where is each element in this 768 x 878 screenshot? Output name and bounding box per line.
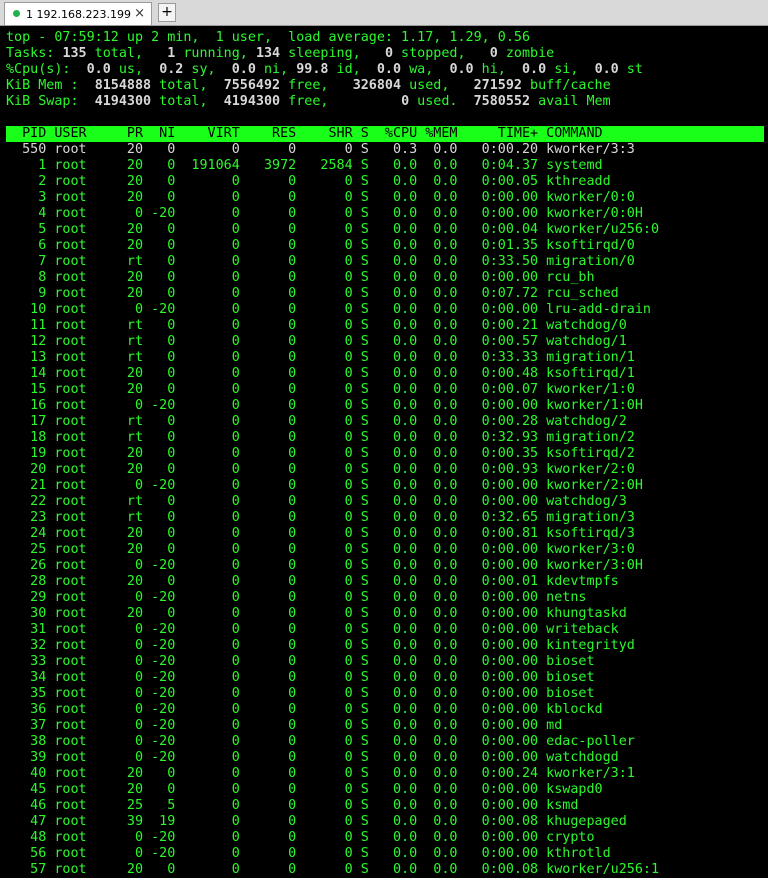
- process-row: 23 root rt 0 0 0 0 S 0.0 0.0 0:32.65 mig…: [6, 510, 635, 525]
- connected-status-icon: [13, 10, 20, 17]
- process-row: 9 root 20 0 0 0 0 S 0.0 0.0 0:07.72 rcu_…: [6, 286, 619, 301]
- tasks-line: Tasks: 135 total, 1 running, 134 sleepin…: [6, 46, 555, 61]
- cpu-hi: 0.0: [449, 62, 474, 77]
- new-tab-button[interactable]: +: [158, 3, 176, 22]
- process-row: 26 root 0 -20 0 0 0 S 0.0 0.0 0:00.00 kw…: [6, 558, 643, 573]
- terminal-output[interactable]: top - 07:59:12 up 2 min, 1 user, load av…: [6, 30, 766, 878]
- swap-free: 4194300: [223, 94, 281, 109]
- process-row: 22 root rt 0 0 0 0 S 0.0 0.0 0:00.00 wat…: [6, 494, 627, 509]
- process-row: 25 root 20 0 0 0 0 S 0.0 0.0 0:00.00 kwo…: [6, 542, 635, 557]
- cpu-ni: 0.0: [231, 62, 256, 77]
- process-row: 56 root 0 -20 0 0 0 S 0.0 0.0 0:00.00 kt…: [6, 846, 611, 861]
- process-row: 37 root 0 -20 0 0 0 S 0.0 0.0 0:00.00 md: [6, 718, 563, 733]
- process-row: 550 root 20 0 0 0 0 S 0.3 0.0 0:00.20 kw…: [6, 142, 635, 157]
- process-row: 38 root 0 -20 0 0 0 S 0.0 0.0 0:00.00 ed…: [6, 734, 635, 749]
- close-tab-icon[interactable]: ×: [134, 6, 145, 21]
- process-row: 29 root 0 -20 0 0 0 S 0.0 0.0 0:00.00 ne…: [6, 590, 587, 605]
- tasks-stopped: 0: [384, 46, 393, 61]
- tasks-sleeping: 134: [255, 46, 281, 61]
- cpu-wa: 0.0: [376, 62, 402, 77]
- cpu-sy: 0.2: [159, 62, 184, 77]
- process-row: 14 root 20 0 0 0 0 S 0.0 0.0 0:00.48 kso…: [6, 366, 635, 381]
- mem-free: 7556492: [223, 78, 281, 93]
- process-row: 45 root 20 0 0 0 0 S 0.0 0.0 0:00.00 ksw…: [6, 782, 603, 797]
- process-row: 16 root 0 -20 0 0 0 S 0.0 0.0 0:00.00 kw…: [6, 398, 643, 413]
- session-tab[interactable]: 1 192.168.223.199 ×: [4, 2, 152, 25]
- process-row: 30 root 20 0 0 0 0 S 0.0 0.0 0:00.00 khu…: [6, 606, 627, 621]
- process-row: 33 root 0 -20 0 0 0 S 0.0 0.0 0:00.00 bi…: [6, 654, 595, 669]
- process-row: 39 root 0 -20 0 0 0 S 0.0 0.0 0:00.00 wa…: [6, 750, 619, 765]
- process-row: 36 root 0 -20 0 0 0 S 0.0 0.0 0:00.00 kb…: [6, 702, 603, 717]
- process-table: 550 root 20 0 0 0 0 S 0.3 0.0 0:00.20 kw…: [6, 142, 766, 878]
- process-row: 2 root 20 0 0 0 0 S 0.0 0.0 0:00.05 kthr…: [6, 174, 611, 189]
- process-row: 12 root rt 0 0 0 0 S 0.0 0.0 0:00.57 wat…: [6, 334, 627, 349]
- process-row: 28 root 20 0 0 0 0 S 0.0 0.0 0:00.01 kde…: [6, 574, 619, 589]
- process-table-header: PID USER PR NI VIRT RES SHR S %CPU %MEM …: [6, 126, 764, 142]
- tasks-running: 1: [167, 46, 176, 61]
- process-row: 10 root 0 -20 0 0 0 S 0.0 0.0 0:00.00 lr…: [6, 302, 651, 317]
- process-row: 13 root rt 0 0 0 0 S 0.0 0.0 0:33.33 mig…: [6, 350, 635, 365]
- mem-line: KiB Mem : 8154888 total, 7556492 free, 3…: [6, 78, 611, 93]
- tab-bar: 1 192.168.223.199 × +: [0, 0, 768, 26]
- process-row: 1 root 20 0 191064 3972 2584 S 0.0 0.0 0…: [6, 158, 603, 173]
- process-row: 48 root 0 -20 0 0 0 S 0.0 0.0 0:00.00 cr…: [6, 830, 595, 845]
- process-row: 34 root 0 -20 0 0 0 S 0.0 0.0 0:00.00 bi…: [6, 670, 595, 685]
- process-row: 17 root rt 0 0 0 0 S 0.0 0.0 0:00.28 wat…: [6, 414, 627, 429]
- swap-total: 4194300: [94, 94, 152, 109]
- cpu-line: %Cpu(s): 0.0 us, 0.2 sy, 0.0 ni, 99.8 id…: [6, 62, 643, 77]
- cpu-id: 99.8: [296, 62, 329, 77]
- process-row: 20 root 20 0 0 0 0 S 0.0 0.0 0:00.93 kwo…: [6, 462, 635, 477]
- process-row: 15 root 20 0 0 0 0 S 0.0 0.0 0:00.07 kwo…: [6, 382, 635, 397]
- cpu-st: 0.0: [594, 62, 619, 77]
- mem-buff-cache: 271592: [473, 78, 522, 93]
- swap-used: 0: [401, 94, 410, 109]
- process-row: 46 root 25 5 0 0 0 S 0.0 0.0 0:00.00 ksm…: [6, 798, 579, 813]
- process-row: 6 root 20 0 0 0 0 S 0.0 0.0 0:01.35 ksof…: [6, 238, 635, 253]
- cpu-us: 0.0: [86, 62, 111, 77]
- process-row: 4 root 0 -20 0 0 0 S 0.0 0.0 0:00.00 kwo…: [6, 206, 643, 221]
- session-tab-label: 1 192.168.223.199: [26, 8, 131, 21]
- process-row: 21 root 0 -20 0 0 0 S 0.0 0.0 0:00.00 kw…: [6, 478, 643, 493]
- process-row: 11 root rt 0 0 0 0 S 0.0 0.0 0:00.21 wat…: [6, 318, 627, 333]
- process-row: 35 root 0 -20 0 0 0 S 0.0 0.0 0:00.00 bi…: [6, 686, 595, 701]
- process-row: 19 root 20 0 0 0 0 S 0.0 0.0 0:00.35 kso…: [6, 446, 635, 461]
- tasks-total: 135: [62, 46, 87, 61]
- swap-line: KiB Swap: 4194300 total, 4194300 free, 0…: [6, 94, 611, 109]
- mem-used: 326804: [352, 78, 402, 93]
- process-row: 31 root 0 -20 0 0 0 S 0.0 0.0 0:00.00 wr…: [6, 622, 619, 637]
- process-row: 24 root 20 0 0 0 0 S 0.0 0.0 0:00.81 kso…: [6, 526, 635, 541]
- swap-avail-mem: 7580552: [473, 94, 531, 109]
- process-row: 7 root rt 0 0 0 0 S 0.0 0.0 0:33.50 migr…: [6, 254, 635, 269]
- process-row: 40 root 20 0 0 0 0 S 0.0 0.0 0:00.24 kwo…: [6, 766, 635, 781]
- tasks-zombie: 0: [489, 46, 498, 61]
- process-row: 47 root 39 19 0 0 0 S 0.0 0.0 0:00.08 kh…: [6, 814, 627, 829]
- process-row: 32 root 0 -20 0 0 0 S 0.0 0.0 0:00.00 ki…: [6, 638, 635, 653]
- process-row: 5 root 20 0 0 0 0 S 0.0 0.0 0:00.04 kwor…: [6, 222, 660, 237]
- cpu-si: 0.0: [522, 62, 547, 77]
- process-row: 18 root rt 0 0 0 0 S 0.0 0.0 0:32.93 mig…: [6, 430, 635, 445]
- process-row: 57 root 20 0 0 0 0 S 0.0 0.0 0:00.08 kwo…: [6, 862, 660, 877]
- process-row: 3 root 20 0 0 0 0 S 0.0 0.0 0:00.00 kwor…: [6, 190, 635, 205]
- mem-total: 8154888: [94, 78, 152, 93]
- process-row: 8 root 20 0 0 0 0 S 0.0 0.0 0:00.00 rcu_…: [6, 270, 595, 285]
- uptime-line: top - 07:59:12 up 2 min, 1 user, load av…: [6, 30, 531, 45]
